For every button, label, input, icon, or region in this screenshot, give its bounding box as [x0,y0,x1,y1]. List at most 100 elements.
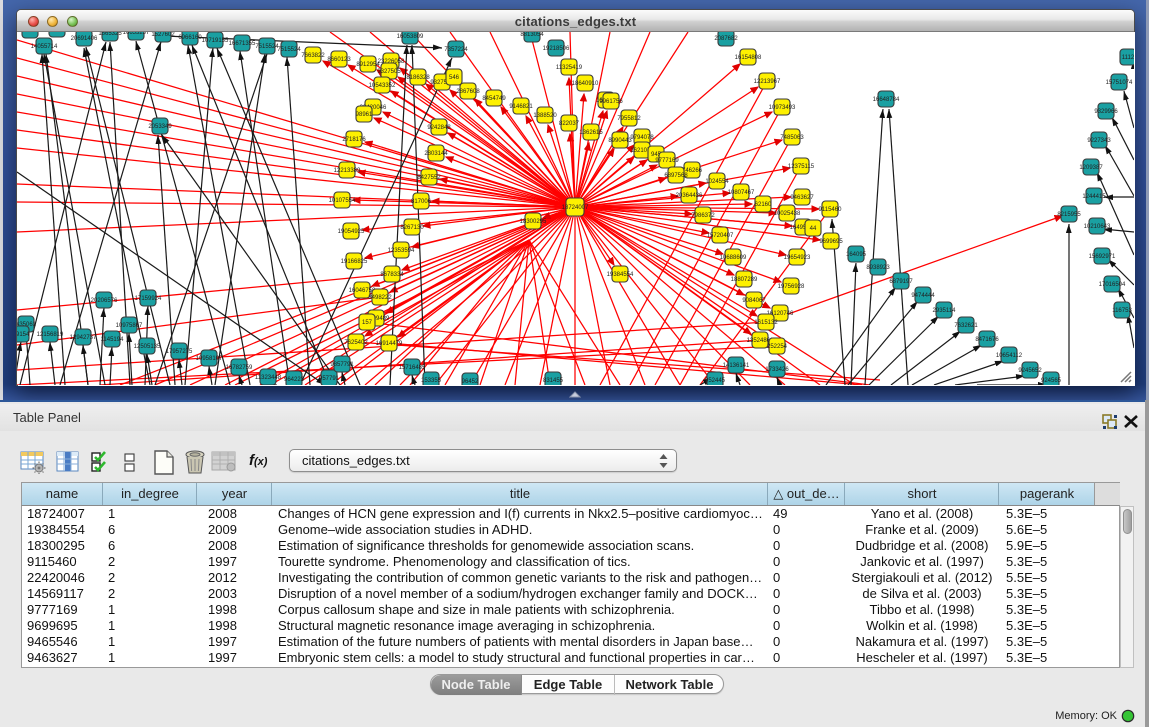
svg-text:1405571: 1405571 [18,28,42,34]
svg-text:9146821: 9146821 [509,104,533,110]
svg-text:164095: 164095 [846,252,867,258]
svg-text:1362615: 1362615 [579,130,603,136]
svg-text:10210643: 10210643 [1084,224,1111,230]
svg-text:2867608: 2867608 [456,89,480,95]
svg-text:7625402: 7625402 [344,340,368,346]
svg-text:10025438: 10025438 [774,211,801,217]
svg-text:7515524: 7515524 [277,47,301,53]
svg-text:15692971: 15692971 [1089,254,1116,260]
svg-text:546: 546 [449,75,460,81]
svg-text:1527602: 1527602 [151,32,175,38]
svg-text:15751074: 15751074 [1106,80,1133,86]
svg-text:14136141: 14136141 [723,363,750,369]
svg-text:252254: 252254 [767,344,788,350]
svg-text:2069140: 2069140 [45,27,69,33]
svg-text:2087682: 2087682 [714,36,738,42]
svg-text:17016504: 17016504 [1099,282,1126,288]
svg-text:12156819: 12156819 [37,332,64,338]
svg-text:8215955: 8215955 [1057,212,1081,218]
svg-text:12213389: 12213389 [334,168,361,174]
svg-text:19654923: 19654923 [784,255,811,261]
svg-text:7955812: 7955812 [617,116,641,122]
svg-text:19054925: 19054925 [338,229,365,235]
svg-text:8678334: 8678334 [380,272,404,278]
svg-text:7663822: 7663822 [301,53,325,59]
svg-text:1112: 1112 [1122,55,1135,61]
svg-text:8990443: 8990443 [608,138,632,144]
svg-text:8186328: 8186328 [406,75,430,81]
svg-text:18807289: 18807289 [731,277,758,283]
svg-text:9474444: 9474444 [911,293,935,299]
svg-text:10107554: 10107554 [329,198,356,204]
svg-text:20691406: 20691406 [71,36,98,42]
svg-text:7986372: 7986372 [691,213,715,219]
svg-text:18640910: 18640910 [572,81,599,87]
svg-text:9961756: 9961756 [599,99,623,105]
svg-text:10973493: 10973493 [769,105,796,111]
svg-text:2935114: 2935114 [933,308,957,314]
svg-text:12505135: 12505135 [134,344,161,350]
svg-text:16053809: 16053809 [397,34,424,40]
svg-text:1244415: 1244415 [1082,194,1106,200]
svg-text:6966160: 6966160 [178,35,202,41]
svg-text:16671355: 16671355 [229,41,256,47]
svg-text:153355: 153355 [421,378,442,384]
svg-text:16782759: 16782759 [226,365,253,371]
svg-text:1388520: 1388520 [533,113,557,119]
svg-text:8813054: 8813054 [520,32,544,38]
svg-text:831455: 831455 [543,378,564,384]
svg-text:952445: 952445 [705,378,726,384]
svg-text:2053349: 2053349 [148,124,172,130]
svg-text:1024554: 1024554 [705,179,729,185]
svg-text:9794078: 9794078 [630,135,654,141]
svg-text:9242848: 9242848 [427,125,451,131]
svg-text:157: 157 [362,320,373,326]
svg-text:18724007: 18724007 [562,205,589,211]
svg-text:9327505: 9327505 [377,69,401,75]
svg-text:20206576: 20206576 [91,298,118,304]
svg-text:7632621: 7632621 [954,323,978,329]
svg-text:924565: 924565 [1041,378,1062,384]
svg-text:10543352: 10543352 [369,83,396,89]
svg-text:817006: 817006 [411,199,432,205]
svg-text:17957275: 17957275 [166,349,193,355]
svg-text:14055714: 14055714 [31,44,58,50]
svg-text:10688609: 10688609 [720,255,747,261]
svg-text:6879197: 6879197 [889,279,913,285]
svg-text:9699695: 9699695 [819,239,843,245]
svg-text:19218506: 19218506 [543,46,570,52]
svg-text:19166825: 19166825 [341,259,368,265]
svg-text:8427552: 8427552 [417,175,441,181]
svg-text:2803144: 2803144 [424,151,448,157]
svg-text:12213967: 12213967 [754,79,781,85]
svg-text:10975867: 10975867 [116,323,143,329]
svg-text:822037: 822037 [559,121,580,127]
svg-text:20364436: 20364436 [676,193,703,199]
svg-text:62160: 62160 [755,202,772,208]
svg-text:6897568: 6897568 [664,173,688,179]
svg-text:10958107: 10958107 [196,356,223,362]
svg-text:964223: 964223 [284,377,305,383]
svg-text:16914479: 16914479 [376,341,403,347]
svg-text:96452: 96452 [462,379,479,385]
svg-text:9227343: 9227343 [1087,138,1111,144]
svg-text:9329966: 9329966 [1094,109,1118,115]
svg-text:2718176: 2718176 [342,137,366,143]
svg-text:9115460: 9115460 [819,207,843,213]
svg-text:19384554: 19384554 [607,272,634,278]
svg-text:8938923: 8938923 [866,265,890,271]
svg-text:7485063: 7485063 [780,135,804,141]
svg-text:1665325: 1665325 [98,31,122,37]
svg-text:1209387: 1209387 [1079,165,1103,171]
svg-text:10654112: 10654112 [996,353,1023,359]
svg-text:7357224: 7357224 [444,47,468,53]
svg-text:16648784: 16648784 [873,97,900,103]
svg-text:10807467: 10807467 [728,190,755,196]
svg-text:18300295: 18300295 [520,219,547,225]
svg-text:11323448: 11323448 [255,375,282,381]
svg-text:11325419: 11325419 [556,65,583,71]
svg-text:9777169: 9777169 [655,158,679,164]
svg-text:98961: 98961 [356,112,373,118]
svg-text:16154808: 16154808 [735,55,762,61]
svg-text:16653257: 16653257 [123,30,150,36]
